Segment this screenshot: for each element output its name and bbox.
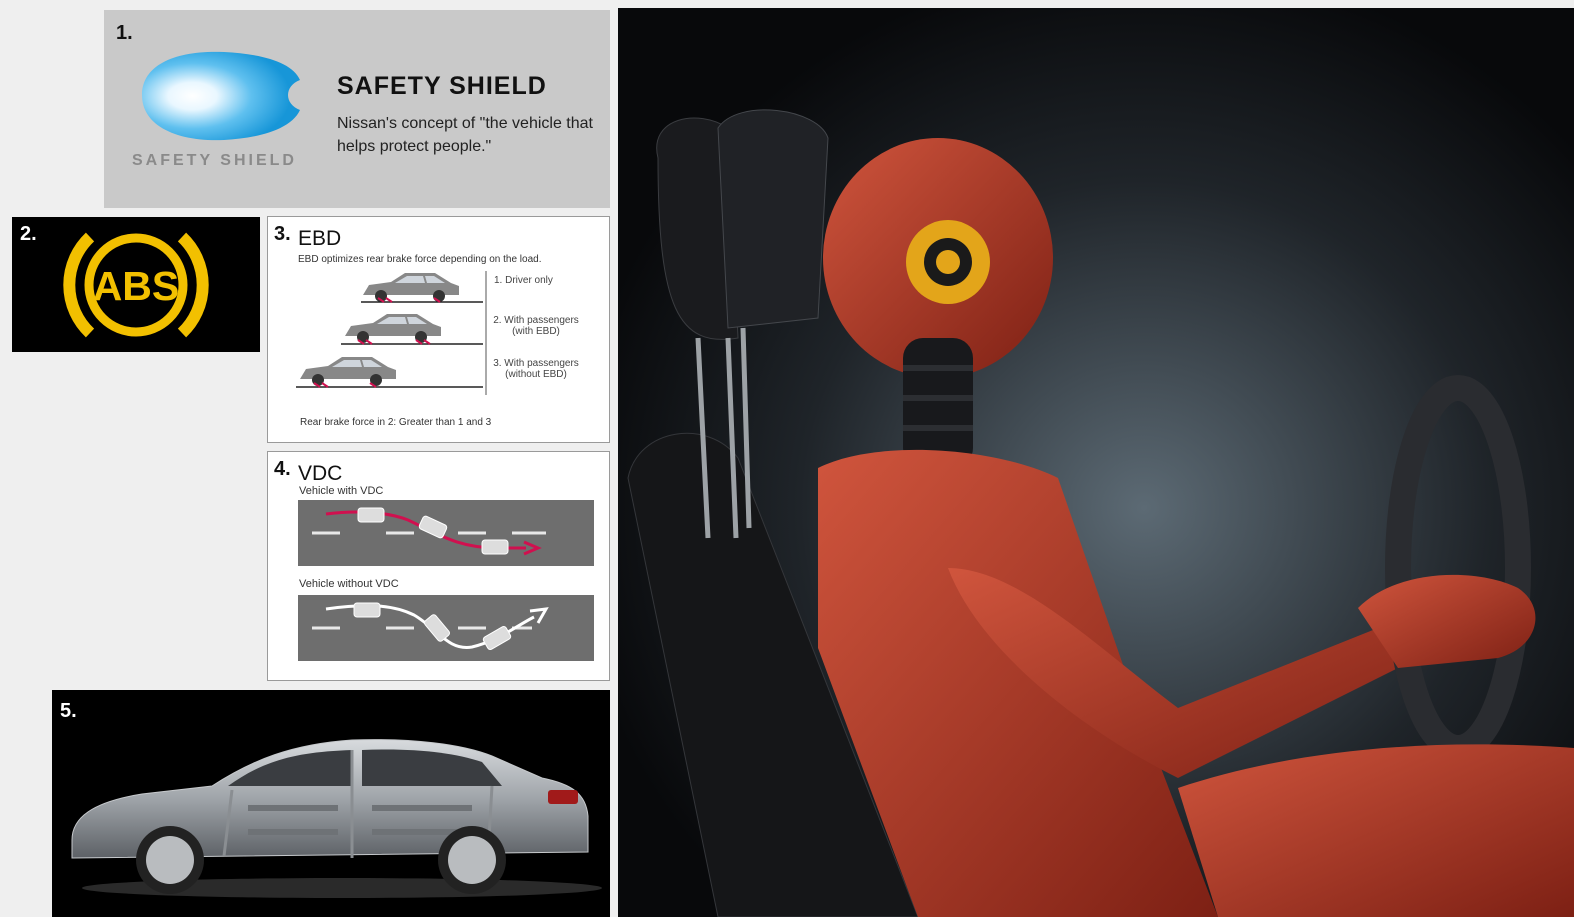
panel-title: SAFETY SHIELD [337, 72, 547, 100]
ebd-diagram [296, 271, 487, 395]
car-icon [345, 314, 441, 343]
ebd-case-label: 1. Driver only [494, 275, 553, 286]
ebd-case-label: 3. With passengers (without EBD) [493, 358, 579, 380]
vdc-with-diagram [298, 500, 594, 566]
abs-label: ABS [93, 263, 180, 309]
body-structure-panel: 5. [52, 690, 610, 917]
panel-number: 2. [20, 223, 37, 245]
crash-dummy-panel: 6. [618, 8, 1574, 917]
vdc-with-label: Vehicle with VDC [299, 485, 384, 497]
vdc-panel: 4. VDC Vehicle with VDC Vehicle without … [267, 451, 610, 681]
panel-title: VDC [298, 462, 343, 485]
panel-footer: Rear brake force in 2: Greater than 1 an… [300, 417, 492, 428]
abs-panel: 2. ABS [12, 217, 260, 352]
ebd-panel: 3. EBD EBD optimizes rear brake force de… [267, 216, 610, 443]
safety-shield-logo-text: SAFETY SHIELD [132, 152, 297, 169]
abs-warning-icon: ABS [63, 232, 209, 338]
vdc-without-label: Vehicle without VDC [299, 578, 399, 590]
crash-test-dummy-image [618, 8, 1574, 917]
panel-number: 3. [274, 223, 291, 245]
car-icon [300, 357, 396, 386]
car-body-image [71, 739, 602, 898]
vdc-without-diagram [298, 595, 594, 661]
panel-number: 4. [274, 458, 291, 480]
safety-shield-logo-icon [142, 51, 300, 141]
safety-shield-panel: 1. SAFETY SHIELD SAFETY SHIELD Nissan's … [104, 10, 610, 208]
ebd-case-label: 2. With passengers (with EBD) [493, 315, 579, 337]
panel-description: Nissan's concept of "the vehicle that he… [337, 115, 593, 155]
panel-title: EBD [298, 227, 342, 250]
panel-number: 1. [116, 22, 133, 44]
car-icon [363, 273, 459, 302]
panel-description: EBD optimizes rear brake force depending… [298, 254, 542, 265]
